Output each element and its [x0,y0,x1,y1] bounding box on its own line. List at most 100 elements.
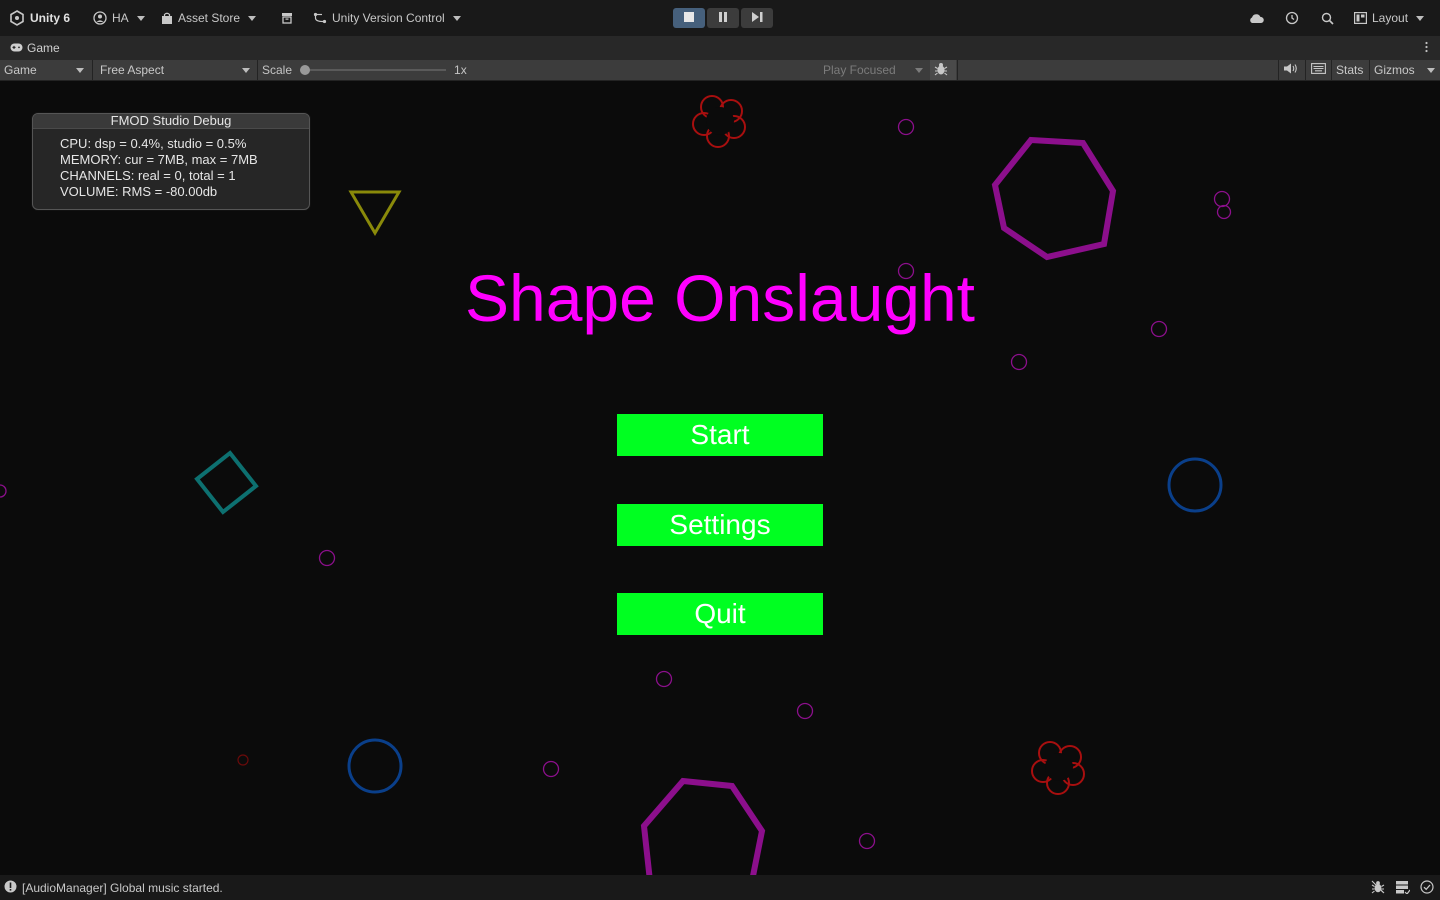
square-teal [194,450,259,515]
fmod-debug-title: FMOD Studio Debug [33,114,309,129]
play-controls [673,8,773,28]
status-bar: [AudioManager] Global music started. [0,875,1440,900]
scale-slider-thumb[interactable] [300,65,311,75]
cloud-icon [1248,13,1264,24]
display-label: Game [4,63,37,77]
fmod-channels-line: CHANNELS: real = 0, total = 1 [60,168,236,183]
divider [92,60,93,80]
user-label: HA [112,11,129,25]
small-octagons [0,118,1232,850]
speaker-icon [1284,63,1298,77]
fmod-volume-line: VOLUME: RMS = -80.00db [60,184,218,199]
chevron-down-icon [915,68,923,73]
status-icons [1371,880,1434,897]
game-viewport[interactable]: FMOD Studio Debug CPU: dsp = 0.4%, studi… [0,81,1440,875]
asset-store-dropdown[interactable]: Asset Store [161,0,257,36]
play-button[interactable] [673,8,705,28]
pause-button[interactable] [707,8,739,28]
unity-logo-icon [9,10,25,26]
bug-icon [934,62,948,79]
tab-bar: Game [0,36,1440,60]
search-icon [1321,12,1334,25]
chevron-down-icon [136,15,145,21]
flower-red-bottom [1031,741,1085,795]
fmod-memory-line: MEMORY: cur = 7MB, max = 7MB [60,152,258,167]
triangle-olive [348,190,402,236]
layout-label: Layout [1372,11,1409,25]
step-button[interactable] [741,8,773,28]
step-forward-icon [751,11,763,25]
version-control-dropdown[interactable]: Unity Version Control [313,0,461,36]
gamepad-icon [10,41,23,55]
circle-blue-left [347,738,403,794]
more-options-icon[interactable] [1425,41,1428,56]
chevron-down-icon [1416,15,1425,21]
mute-audio-button[interactable] [1280,60,1304,80]
flower-red-top [692,95,746,148]
play-mode-dropdown[interactable]: Play Focused [819,60,929,80]
circle-blue-right [1167,457,1223,513]
package-icon [281,12,293,24]
search-button[interactable] [1321,0,1334,36]
scale-value: 1x [454,63,467,77]
console-message[interactable]: [AudioManager] Global music started. [4,875,223,900]
version-control-label: Unity Version Control [332,11,445,25]
console-message-text: [AudioManager] Global music started. [22,880,223,895]
user-icon [93,11,107,25]
aspect-dropdown[interactable]: Free Aspect [96,60,256,80]
heptagon-bottom-magenta [640,777,766,875]
account-dropdown[interactable]: Unity 6 [9,0,70,36]
tab-game-label: Game [27,41,60,55]
account-label: Unity 6 [30,11,71,25]
chevron-down-icon [248,15,257,21]
game-title: Shape Onslaught [464,261,976,335]
stats-button[interactable]: Stats [1332,60,1370,80]
fmod-cpu-line: CPU: dsp = 0.4%, studio = 0.5% [60,136,247,151]
stats-label: Stats [1336,63,1364,77]
asset-store-label: Asset Store [178,11,241,25]
fmod-debug-lines: CPU: dsp = 0.4%, studio = 0.5% MEMORY: c… [33,129,309,200]
tab-game[interactable]: Game [10,36,60,60]
history-icon [1285,11,1299,25]
scale-control: Scale 1x [262,60,467,80]
game-view-toolbar: Game Free Aspect Scale 1x Play Focused S… [0,60,1440,81]
settings-button[interactable]: Settings [617,504,823,546]
debug-button[interactable] [930,60,956,80]
pause-icon [718,11,728,25]
branch-icon [313,12,327,24]
start-button[interactable]: Start [617,414,823,456]
chevron-down-icon [1427,68,1435,73]
shopping-bag-icon [161,12,173,25]
play-mode-label: Play Focused [823,63,896,77]
cloud-button[interactable] [1248,0,1264,36]
tiny-red-shape [237,754,249,766]
checkmark-circle-icon[interactable] [1420,880,1434,897]
gizmos-label: Gizmos [1374,63,1415,77]
shortcuts-button[interactable] [1306,60,1330,80]
divider [957,60,958,80]
divider [1278,60,1279,80]
display-dropdown[interactable]: Game [0,60,90,80]
history-button[interactable] [1285,0,1299,36]
stop-icon [684,11,694,25]
editor-toolbar: Unity 6 HA Asset Store Unity Version Con… [0,0,1440,36]
fmod-debug-panel: FMOD Studio Debug CPU: dsp = 0.4%, studi… [32,113,310,210]
scale-label: Scale [262,63,293,77]
chevron-down-icon [242,68,250,73]
aspect-label: Free Aspect [100,63,165,77]
info-icon [4,880,17,896]
divider [257,60,258,80]
package-button[interactable] [281,0,293,36]
octagon-large-magenta [991,136,1117,261]
layout-icon [1354,12,1367,24]
quit-button[interactable]: Quit [617,593,823,635]
scale-slider[interactable] [300,65,447,75]
gizmos-dropdown[interactable]: Gizmos [1370,60,1440,80]
chevron-down-icon [452,15,461,21]
debug-mode-icon[interactable] [1371,880,1385,897]
layout-dropdown[interactable]: Layout [1354,0,1425,36]
user-dropdown[interactable]: HA [93,0,145,36]
keyboard-icon [1311,63,1326,77]
chevron-down-icon [76,68,84,73]
cache-server-icon[interactable] [1395,880,1411,897]
